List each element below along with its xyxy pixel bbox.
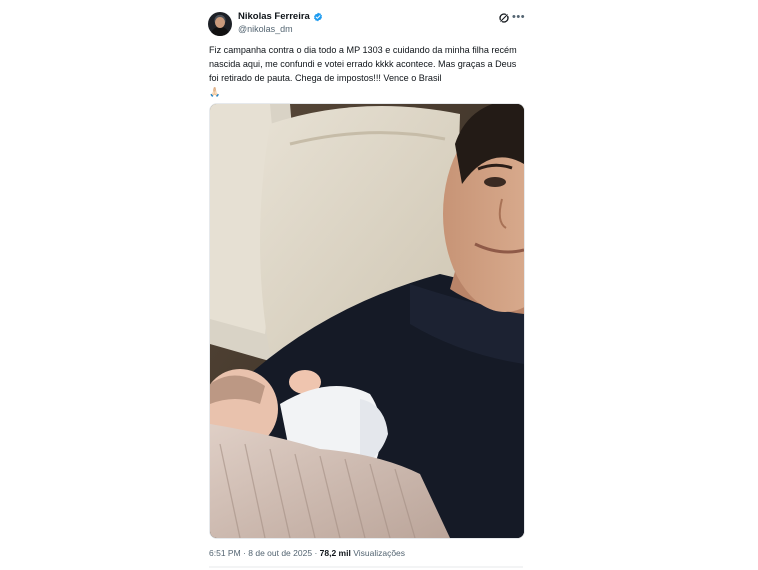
views-count: 78,2 mil	[319, 548, 351, 558]
verified-badge-icon	[313, 12, 322, 21]
meta-separator: ·	[243, 548, 246, 558]
tweet-date[interactable]: 8 de out de 2025	[248, 548, 312, 558]
tweet-text: Fiz campanha contra o dia todo a MP 1303…	[209, 45, 517, 97]
grok-icon[interactable]	[498, 12, 510, 24]
tweet-meta: 6:51 PM · 8 de out de 2025 · 78,2 mil Vi…	[209, 548, 405, 558]
tweet-photo[interactable]	[209, 103, 525, 539]
more-options-icon[interactable]: •••	[512, 12, 526, 24]
selfie-photo	[210, 104, 524, 538]
views-label: Visualizações	[353, 548, 406, 558]
author-handle[interactable]: @nikolas_dm	[238, 24, 293, 34]
author-name[interactable]: Nikolas Ferreira	[238, 11, 310, 22]
author-name-row: Nikolas Ferreira	[238, 11, 323, 22]
tweet-card: Nikolas Ferreira @nikolas_dm ••• Fiz cam…	[196, 0, 541, 570]
tweet-time[interactable]: 6:51 PM	[209, 548, 241, 558]
meta-separator: ·	[314, 548, 318, 558]
divider	[209, 566, 523, 568]
author-avatar[interactable]	[208, 12, 232, 36]
